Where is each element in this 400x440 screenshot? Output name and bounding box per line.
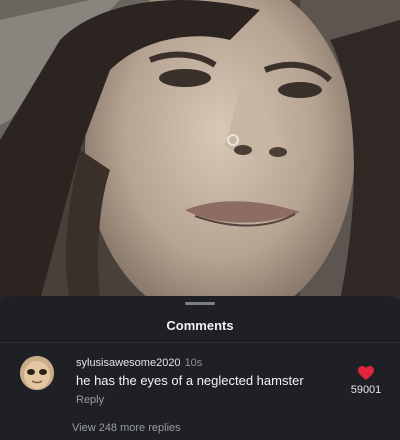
like-button[interactable]: 59001 — [346, 366, 386, 396]
view-more-replies-link[interactable]: View 248 more replies — [72, 422, 181, 434]
comments-title: Comments — [166, 318, 234, 333]
drag-handle[interactable] — [185, 302, 215, 305]
comments-sheet: Comments sylusisawesome2020 10s he has th… — [0, 296, 400, 440]
like-count: 59001 — [350, 384, 382, 396]
portrait-illustration — [0, 0, 400, 300]
comment-text: he has the eyes of a neglected hamster — [76, 373, 304, 388]
comment-meta: sylusisawesome2020 10s — [76, 357, 202, 369]
comment-username[interactable]: sylusisawesome2020 — [76, 357, 181, 369]
header-divider — [0, 342, 400, 343]
avatar[interactable] — [20, 356, 54, 390]
reply-button[interactable]: Reply — [76, 394, 104, 406]
background-photo — [0, 0, 400, 300]
comment-item: sylusisawesome2020 10s he has the eyes of… — [0, 352, 400, 412]
user-avatar-photo-icon — [20, 356, 54, 390]
comment-timestamp: 10s — [184, 357, 203, 369]
heart-icon — [358, 366, 374, 380]
